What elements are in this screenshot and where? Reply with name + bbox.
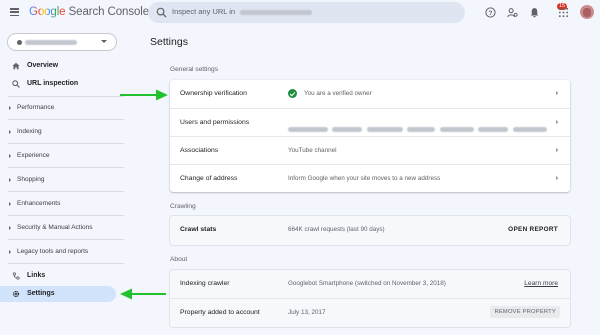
- associations-row[interactable]: Associations YouTube channel ›: [170, 136, 570, 164]
- chevron-right-icon: ›: [555, 147, 558, 154]
- chevron-right-icon: ›: [555, 90, 558, 97]
- sidebar-divider: [8, 143, 124, 144]
- links-icon: [12, 272, 20, 280]
- help-icon[interactable]: ?: [485, 7, 496, 18]
- svg-text:?: ?: [489, 10, 493, 17]
- annotation-arrow-icon: [120, 288, 166, 300]
- users-permissions-row[interactable]: Users and permissions ›: [170, 108, 570, 136]
- general-settings-card: Ownership verification You are a verifie…: [170, 80, 570, 192]
- sidebar-item-links[interactable]: Links: [0, 268, 116, 284]
- sidebar-item-label: Settings: [27, 290, 55, 297]
- row-value: Inform Google when your site moves to a …: [288, 175, 441, 182]
- sidebar-item-label: Overview: [27, 62, 59, 69]
- row-key: Associations: [180, 147, 219, 154]
- sidebar-item-label: URL inspection: [27, 80, 79, 87]
- notifications-icon[interactable]: [529, 7, 540, 18]
- row-value: YouTube channel: [288, 147, 337, 154]
- expand-arrow-icon: [9, 130, 11, 134]
- sidebar-item-security-manual-actions[interactable]: Security & Manual Actions: [0, 220, 116, 236]
- sidebar-item-enhancements[interactable]: Enhancements: [0, 196, 116, 212]
- expand-arrow-icon: [9, 178, 11, 182]
- sidebar-item-label: Enhancements: [17, 200, 61, 207]
- sidebar-divider: [8, 167, 124, 168]
- sidebar-item-label: Experience: [17, 152, 50, 159]
- row-key: Indexing crawler: [180, 280, 230, 287]
- sidebar-item-settings[interactable]: Settings: [0, 286, 116, 302]
- row-value: July 13, 2017: [288, 309, 326, 316]
- expand-arrow-icon: [9, 226, 11, 230]
- row-key: Change of address: [180, 175, 238, 182]
- section-label-crawling: Crawling: [170, 203, 196, 210]
- sidebar-item-shopping[interactable]: Shopping: [0, 172, 116, 188]
- row-key: Property added to account: [180, 309, 260, 316]
- learn-more-link[interactable]: Learn more: [524, 280, 558, 287]
- search-icon: [156, 7, 167, 18]
- sidebar-item-label: Legacy tools and reports: [17, 248, 89, 255]
- home-icon: [12, 62, 20, 70]
- about-card: Indexing crawler Googlebot Smartphone (s…: [170, 270, 570, 327]
- sidebar-item-label: Shopping: [17, 176, 45, 183]
- property-added-row: Property added to account July 13, 2017 …: [170, 298, 570, 326]
- sidebar-item-overview[interactable]: Overview: [0, 58, 116, 74]
- blurred-property-url: [240, 9, 313, 15]
- row-value: Googlebot Smartphone (switched on Novemb…: [288, 280, 446, 287]
- sidebar-nav: Overview URL inspection Performance Inde…: [0, 0, 124, 335]
- chevron-right-icon: ›: [555, 119, 558, 126]
- annotation-arrow-icon: [120, 89, 168, 101]
- expand-arrow-icon: [9, 154, 11, 158]
- section-label-general: General settings: [170, 66, 219, 73]
- remove-property-button[interactable]: REMOVE PROPERTY: [490, 306, 560, 318]
- sidebar-divider: [8, 119, 124, 120]
- manage-accounts-icon[interactable]: [507, 7, 518, 18]
- account-avatar[interactable]: [580, 5, 594, 19]
- url-inspection-search[interactable]: Inspect any URL in: [148, 2, 465, 23]
- row-value: You are a verified owner: [304, 90, 372, 97]
- sidebar-item-label: Indexing: [17, 128, 42, 135]
- expand-arrow-icon: [9, 106, 11, 110]
- sidebar-divider: [8, 263, 124, 264]
- sidebar-divider: [8, 215, 124, 216]
- row-value: 664K crawl requests (last 90 days): [288, 226, 385, 233]
- sidebar-item-experience[interactable]: Experience: [0, 148, 116, 164]
- ownership-verification-row[interactable]: Ownership verification You are a verifie…: [170, 80, 570, 108]
- sidebar-item-label: Security & Manual Actions: [17, 224, 93, 231]
- sidebar-item-label: Performance: [17, 104, 55, 111]
- sidebar-divider: [8, 239, 124, 240]
- row-key: Ownership verification: [180, 90, 247, 97]
- row-key: Users and permissions: [180, 119, 250, 126]
- sidebar-divider: [8, 96, 124, 97]
- change-of-address-row[interactable]: Change of address Inform Google when you…: [170, 164, 570, 192]
- section-label-about: About: [170, 256, 188, 263]
- sidebar-divider: [8, 191, 124, 192]
- expand-arrow-icon: [9, 202, 11, 206]
- sidebar-item-legacy-tools[interactable]: Legacy tools and reports: [0, 244, 116, 260]
- sidebar-item-url-inspection[interactable]: URL inspection: [0, 76, 116, 92]
- sidebar-item-label: Links: [27, 272, 46, 279]
- chevron-right-icon: ›: [555, 175, 558, 182]
- apps-grid-icon[interactable]: [558, 7, 569, 18]
- crawl-stats-row[interactable]: Crawl stats 664K crawl requests (last 90…: [170, 216, 570, 244]
- row-key: Crawl stats: [180, 226, 217, 233]
- crawling-card: Crawl stats 664K crawl requests (last 90…: [170, 216, 570, 245]
- sidebar-item-performance[interactable]: Performance: [0, 100, 116, 116]
- indexing-crawler-row: Indexing crawler Googlebot Smartphone (s…: [170, 270, 570, 298]
- sidebar-item-indexing[interactable]: Indexing: [0, 124, 116, 140]
- check-circle-icon: [288, 89, 297, 98]
- gear-icon: [12, 290, 20, 298]
- open-report-button[interactable]: OPEN REPORT: [508, 226, 558, 233]
- search-placeholder: Inspect any URL in: [172, 7, 313, 16]
- page-title: Settings: [150, 36, 188, 48]
- search-icon: [12, 80, 20, 88]
- expand-arrow-icon: [9, 250, 11, 254]
